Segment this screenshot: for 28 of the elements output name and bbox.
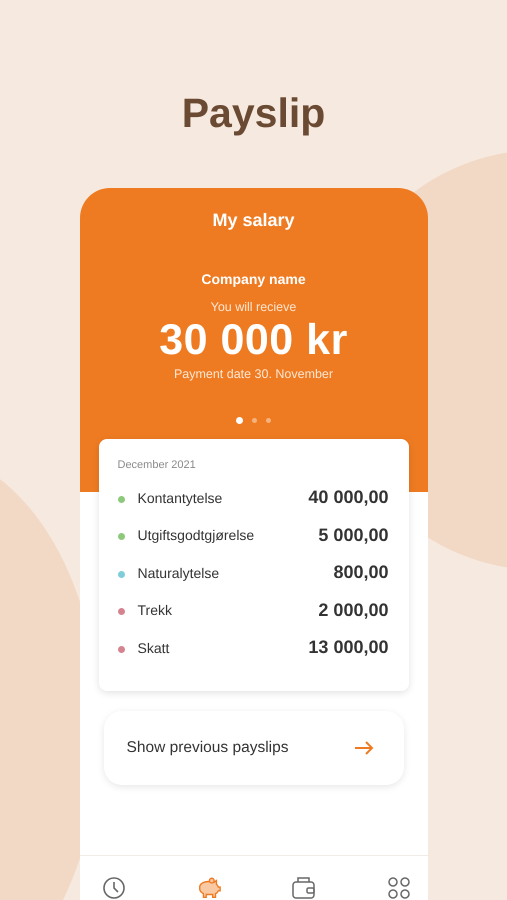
item-label: Trekk [138,602,173,618]
page-dot[interactable] [252,418,257,423]
previous-payslips-button[interactable]: Show previous payslips [104,710,404,784]
salary-amount: 30 000 kr [159,316,348,365]
item-label: Skatt [138,640,170,656]
nav-tab[interactable] [100,876,126,900]
item-label: Kontantytelse [138,490,224,506]
nav-tab[interactable] [386,876,412,900]
page-title: Payslip [182,89,326,138]
receive-caption: You will recieve [210,300,296,314]
item-label: Utgiftsgodtgjørelse [138,527,256,544]
company-name: Company name [201,271,306,287]
payment-date: Payment date 30. November [174,367,334,381]
page-dot[interactable] [236,417,243,424]
clock-icon [102,876,126,900]
arrow-right-icon [354,740,374,754]
screen-title: My salary [212,210,295,231]
period-label: December 2021 [118,459,197,471]
item-amount: 800,00 [333,562,388,584]
page-dot[interactable] [266,418,271,423]
apps-icon [386,876,410,900]
nav-tab[interactable] [290,876,316,900]
item-amount: 2 000,00 [318,600,388,621]
item-label: Naturalytelse [138,564,220,581]
item-amount: 13 000,00 [308,637,388,658]
item-amount: 5 000,00 [318,524,388,546]
wallet-icon [290,876,316,900]
item-amount: 40 000,00 [308,487,388,508]
